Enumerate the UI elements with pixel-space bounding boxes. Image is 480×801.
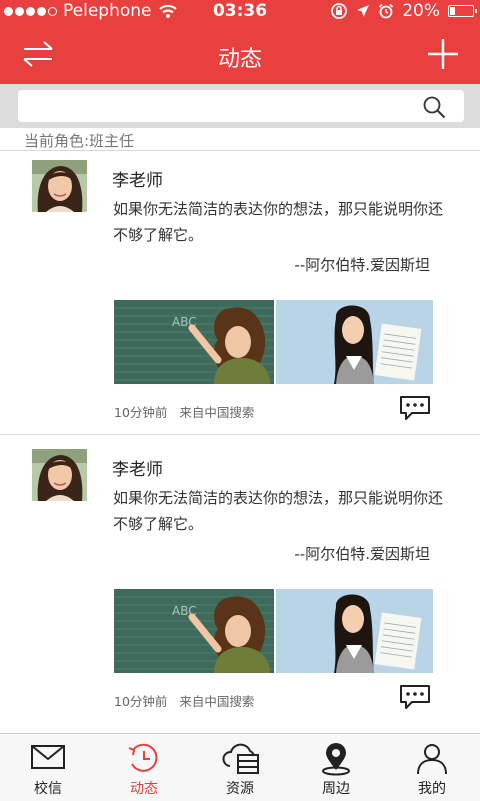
post-source: 来自中国搜索 [179,405,255,420]
person-icon [417,744,447,775]
avatar[interactable] [32,160,87,212]
post-meta: 10分钟前 来自中国搜索 [114,402,254,421]
post-time: 10分钟前 [114,694,168,709]
post-image-chalkboard[interactable]: ABC [114,300,274,384]
nav-bar: 动态 [0,24,480,84]
search-box[interactable] [18,90,464,122]
post-source: 来自中国搜索 [179,694,255,709]
post-quote-attribution: --阿尔伯特.爱因斯坦 [294,256,430,274]
author-name: 李老师 [112,460,163,480]
post-content: 如果你无法简洁的表达你的想法，那只能说明你还不够了解它。 [113,489,444,533]
status-right: 20% [330,1,477,21]
divider [0,434,480,435]
alarm-icon [379,3,394,19]
rotation-lock-icon [331,3,348,19]
tab-messages[interactable]: 校信 [0,734,96,801]
clock-icon [128,743,158,772]
search-area [0,84,480,128]
search-input[interactable] [26,90,410,122]
battery-percent: 20% [402,1,440,21]
post-quote-attribution: --阿尔伯特.爱因斯坦 [294,545,430,563]
post-content: 如果你无法简洁的表达你的想法，那只能说明你还不够了解它。 [113,200,444,244]
envelope-icon [31,745,65,769]
author-name: 李老师 [112,171,163,191]
location-arrow-icon [357,5,370,17]
post-image-chalkboard[interactable]: ABC [114,589,274,673]
search-icon[interactable] [422,95,446,119]
battery-icon [448,5,477,17]
post-image-student[interactable] [276,589,433,673]
tab-feed[interactable]: 动态 [96,734,192,801]
avatar[interactable] [32,449,87,501]
tab-resources[interactable]: 资源 [192,734,288,801]
status-bar: Pelephone 03:36 20% [0,0,480,24]
tab-label: 周边 [322,781,350,797]
tab-label: 我的 [418,781,446,797]
plus-icon[interactable] [426,37,460,71]
comment-icon[interactable] [398,394,432,422]
comment-icon[interactable] [398,683,432,711]
cloud-server-icon [222,743,259,774]
post-meta: 10分钟前 来自中国搜索 [114,691,254,710]
tab-label: 资源 [226,781,254,797]
current-role-label: 当前角色:班主任 [24,132,135,150]
tab-bar: 校信 动态 资源 周边 我的 [0,733,480,801]
post-time: 10分钟前 [114,405,168,420]
tab-profile[interactable]: 我的 [384,734,480,801]
post-item[interactable]: 李老师 如果你无法简洁的表达你的想法，那只能说明你还不够了解它。 --阿尔伯特.… [0,150,480,430]
tab-nearby[interactable]: 周边 [288,734,384,801]
post-image-student[interactable] [276,300,433,384]
tab-label: 动态 [130,781,158,797]
tab-label: 校信 [34,781,62,797]
location-pin-icon [322,743,350,776]
post-item[interactable]: 李老师 如果你无法简洁的表达你的想法，那只能说明你还不够了解它。 --阿尔伯特.… [0,439,480,719]
page-title: 动态 [217,47,262,72]
